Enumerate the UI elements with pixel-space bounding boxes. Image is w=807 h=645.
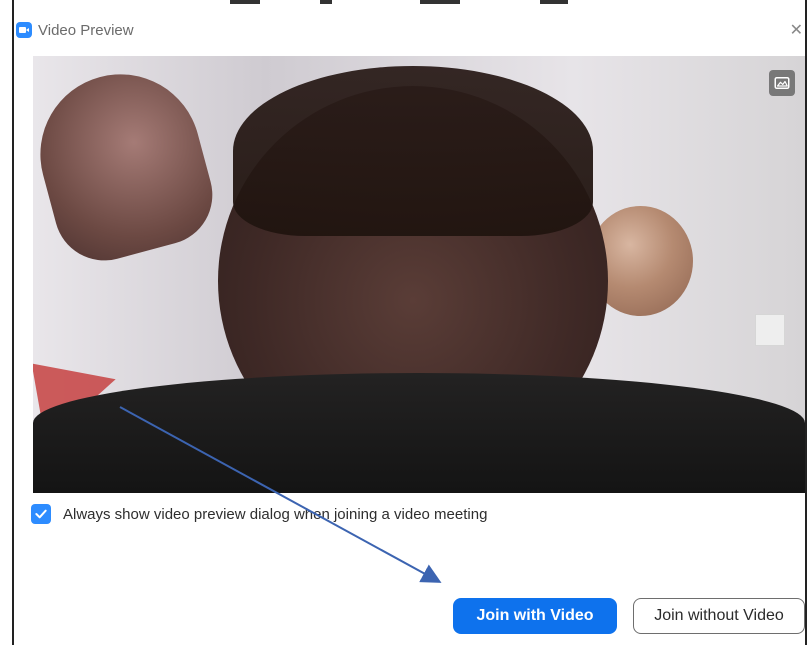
shirt-shape xyxy=(33,373,805,493)
top-mark xyxy=(540,0,568,4)
top-mark xyxy=(320,0,332,4)
close-icon[interactable]: ✕ xyxy=(790,20,803,40)
title-bar: Video Preview ✕ xyxy=(14,12,805,48)
join-without-video-button[interactable]: Join without Video xyxy=(633,598,805,634)
top-mark xyxy=(230,0,260,4)
top-mark xyxy=(420,0,460,4)
always-show-row[interactable]: Always show video preview dialog when jo… xyxy=(31,504,487,524)
left-border xyxy=(0,0,14,645)
check-icon xyxy=(35,509,47,519)
video-preview xyxy=(33,56,805,493)
image-icon-svg xyxy=(774,77,790,89)
zoom-app-icon xyxy=(16,22,32,38)
top-strip xyxy=(0,0,807,12)
hair-shape xyxy=(233,66,593,236)
wall-switch-shape xyxy=(755,314,785,346)
image-icon[interactable] xyxy=(769,70,795,96)
always-show-checkbox[interactable] xyxy=(31,504,51,524)
video-preview-dialog: Video Preview ✕ Always show video previe… xyxy=(14,12,805,645)
window-title: Video Preview xyxy=(38,21,134,39)
always-show-label: Always show video preview dialog when jo… xyxy=(63,505,488,523)
join-with-video-button[interactable]: Join with Video xyxy=(453,598,617,634)
